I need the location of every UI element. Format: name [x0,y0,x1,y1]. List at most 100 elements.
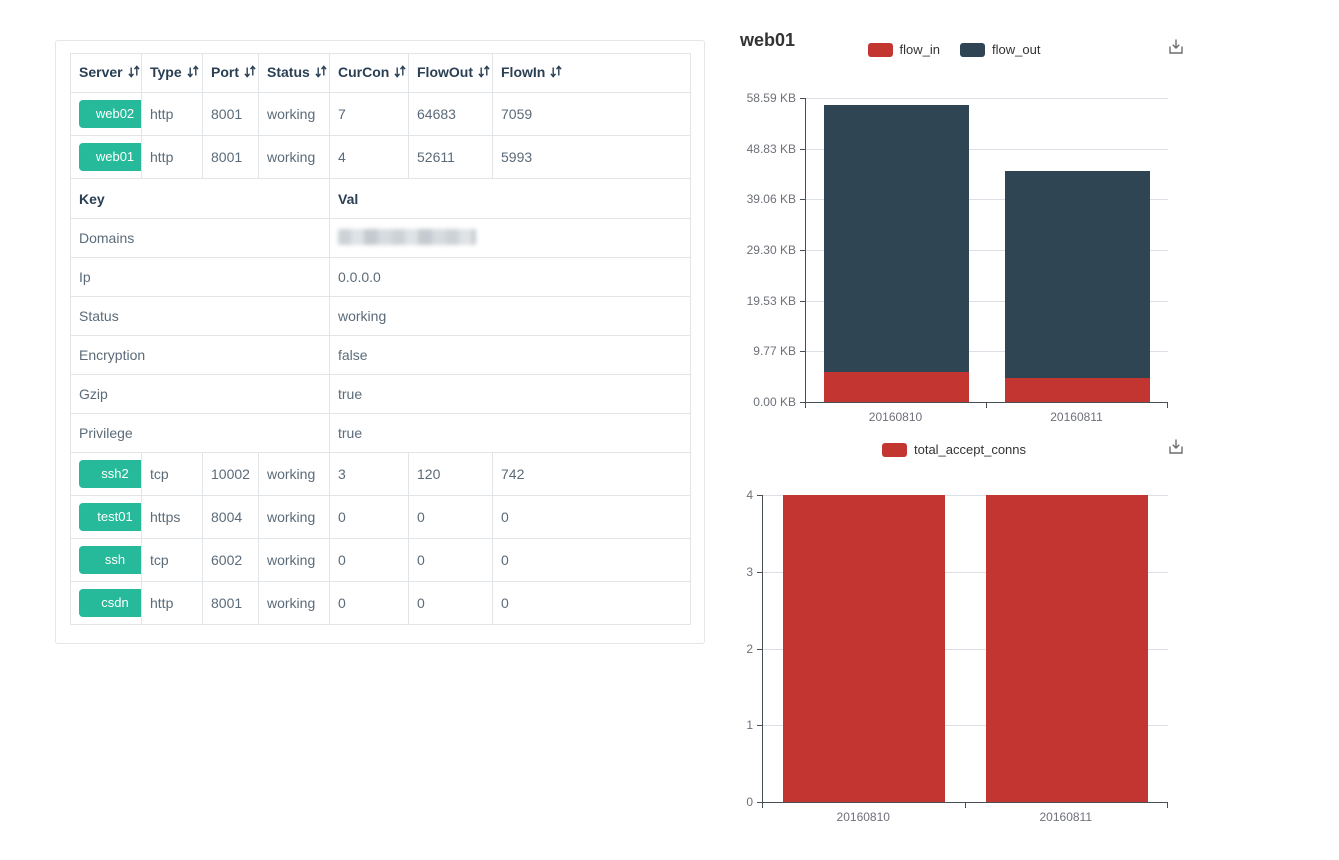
download-icon[interactable] [1166,438,1186,456]
server-cell: test01 [71,496,142,539]
flowin-cell: 5993 [493,136,691,179]
kv-val-cell: false [330,336,691,375]
flowout-cell: 0 [409,582,493,625]
x-tick-label: 20160811 [965,810,1168,824]
legend-item-flow_in[interactable]: flow_in [868,42,940,57]
kv-val-cell: true [330,375,691,414]
curcon-cell: 0 [330,539,409,582]
port-cell: 10002 [203,453,259,496]
port-cell: 8001 [203,93,259,136]
flowin-cell: 0 [493,496,691,539]
x-tick-mark [965,803,966,808]
y-tick-label: 19.53 KB [718,294,796,308]
y-tick-mark [757,725,762,726]
type-cell: http [142,136,203,179]
y-tick-label: 4 [718,488,753,502]
curcon-cell: 4 [330,136,409,179]
redacted-domain-value [338,229,476,245]
curcon-cell: 7 [330,93,409,136]
sort-icon[interactable] [393,64,407,82]
sort-icon[interactable] [477,64,491,82]
flowout-cell: 0 [409,496,493,539]
type-cell: tcp [142,453,203,496]
sort-icon[interactable] [549,64,563,82]
server-badge[interactable]: ssh [79,546,142,574]
y-gridline [806,98,1168,99]
table-row: web02http8001working7646837059 [71,93,691,136]
kv-key-cell: Privilege [71,414,330,453]
column-header-label: Server [79,64,123,80]
flowout-cell: 0 [409,539,493,582]
column-header-port[interactable]: Port [203,54,259,93]
chart-legend: total_accept_conns [718,442,1190,457]
server-badge[interactable]: web01 [79,143,142,171]
kv-val-cell [330,219,691,258]
kv-row: Privilegetrue [71,414,691,453]
server-cell: ssh2 [71,453,142,496]
y-tick-label: 0.00 KB [718,395,796,409]
server-cell: web02 [71,93,142,136]
kv-header-row: KeyVal [71,179,691,219]
y-tick-mark [800,98,805,99]
column-header-flowin[interactable]: FlowIn [493,54,691,93]
download-icon[interactable] [1166,38,1186,56]
table-row: web01http8001working4526115993 [71,136,691,179]
kv-row: Encryptionfalse [71,336,691,375]
sort-icon[interactable] [314,64,328,82]
port-cell: 8004 [203,496,259,539]
kv-val-cell: true [330,414,691,453]
table-row: ssh2tcp10002working3120742 [71,453,691,496]
column-header-curcon[interactable]: CurCon [330,54,409,93]
kv-row: Statusworking [71,297,691,336]
y-tick-label: 29.30 KB [718,243,796,257]
column-header-label: Port [211,64,239,80]
y-tick-mark [800,351,805,352]
legend-item-total_accept_conns[interactable]: total_accept_conns [882,442,1026,457]
y-tick-mark [757,495,762,496]
column-header-label: Status [267,64,310,80]
curcon-cell: 0 [330,582,409,625]
column-header-label: CurCon [338,64,389,80]
server-badge[interactable]: ssh2 [79,460,142,488]
port-cell: 8001 [203,582,259,625]
kv-key-cell: Domains [71,219,330,258]
column-header-status[interactable]: Status [259,54,330,93]
x-tick-mark [986,403,987,408]
y-tick-mark [757,572,762,573]
y-tick-mark [800,199,805,200]
curcon-cell: 0 [330,496,409,539]
server-badge[interactable]: test01 [79,503,142,531]
y-tick-label: 0 [718,795,753,809]
sort-icon[interactable] [186,64,200,82]
y-tick-label: 58.59 KB [718,91,796,105]
column-header-label: FlowIn [501,64,545,80]
port-cell: 8001 [203,136,259,179]
sort-icon[interactable] [127,64,141,82]
server-detail-card: ServerTypePortStatusCurConFlowOutFlowIn … [55,40,705,644]
column-header-flowout[interactable]: FlowOut [409,54,493,93]
column-header-type[interactable]: Type [142,54,203,93]
column-header-server[interactable]: Server [71,54,142,93]
kv-val-header: Val [330,179,691,219]
table-header-row: Server Type Port Status CurCon FlowOut FlowIn [71,54,691,93]
column-header-label: Type [150,64,182,80]
bar-flow_in [1005,378,1150,402]
server-cell: ssh [71,539,142,582]
y-tick-mark [800,250,805,251]
sort-icon[interactable] [243,64,257,82]
kv-key-cell: Gzip [71,375,330,414]
status-cell: working [259,539,330,582]
plot-area [805,98,1168,403]
server-table: ServerTypePortStatusCurConFlowOutFlowIn … [70,53,691,625]
dashboard-page: ServerTypePortStatusCurConFlowOutFlowIn … [0,0,1339,860]
flow-chart-panel: web01 flow_inflow_out 0.00 KB9.77 KB19.5… [718,20,1190,435]
legend-swatch-icon [960,43,985,57]
table-row: sshtcp6002working000 [71,539,691,582]
server-badge[interactable]: web02 [79,100,142,128]
kv-val-cell: 0.0.0.0 [330,258,691,297]
y-tick-mark [800,301,805,302]
legend-item-flow_out[interactable]: flow_out [960,42,1040,57]
server-badge[interactable]: csdn [79,589,142,617]
legend-swatch-icon [882,443,907,457]
plot-area [762,495,1168,803]
